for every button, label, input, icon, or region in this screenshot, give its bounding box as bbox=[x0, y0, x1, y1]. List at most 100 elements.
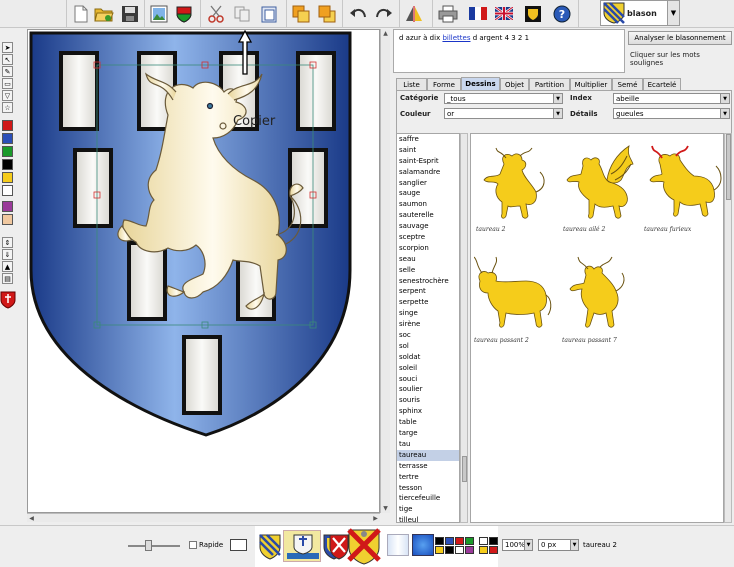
list-item[interactable]: soldat bbox=[397, 352, 459, 363]
save-icon[interactable] bbox=[117, 1, 143, 26]
bring-front-icon[interactable] bbox=[288, 1, 314, 26]
list-item[interactable]: selle bbox=[397, 265, 459, 276]
tab-multiplier[interactable]: Multiplier bbox=[570, 78, 612, 90]
list-item[interactable]: saint-Esprit bbox=[397, 156, 459, 167]
offset-select[interactable]: 0 px ▼ bbox=[538, 539, 579, 551]
blason-combo[interactable]: blason ▼ bbox=[600, 0, 680, 26]
color-sable-swatch[interactable] bbox=[2, 159, 13, 170]
list-item[interactable]: souris bbox=[397, 395, 459, 406]
gallery-item[interactable]: taureau passant 7 bbox=[562, 255, 644, 350]
list-item[interactable]: saffre bbox=[397, 134, 459, 145]
list-item[interactable]: sirène bbox=[397, 319, 459, 330]
list-item[interactable]: tesson bbox=[397, 483, 459, 494]
tab-objet[interactable]: Objet bbox=[500, 78, 529, 90]
thumb-gradient-2[interactable] bbox=[412, 534, 434, 556]
send-back-icon[interactable] bbox=[314, 1, 340, 26]
shield-icon[interactable] bbox=[171, 1, 197, 26]
swatch-argent-2[interactable] bbox=[455, 546, 464, 554]
redo-icon[interactable] bbox=[371, 1, 397, 26]
swatch-gueules-2[interactable] bbox=[489, 546, 498, 554]
list-item[interactable]: sanglier bbox=[397, 178, 459, 189]
thumb-blason-4[interactable] bbox=[329, 534, 349, 562]
tab-forme[interactable]: Forme bbox=[427, 78, 461, 90]
background-swatch[interactable] bbox=[230, 539, 247, 551]
list-item[interactable]: singe bbox=[397, 308, 459, 319]
chevron-down-icon[interactable]: ▼ bbox=[553, 109, 562, 118]
blasonnement-text[interactable]: d azur à dix billettes d argent 4 3 2 1 bbox=[393, 29, 625, 73]
color-gueules-swatch[interactable] bbox=[2, 120, 13, 131]
swatch-or-2[interactable] bbox=[479, 546, 488, 554]
chevron-down-icon[interactable]: ▼ bbox=[524, 540, 532, 550]
swatch-argent[interactable] bbox=[479, 537, 488, 545]
copy-icon[interactable] bbox=[229, 1, 255, 26]
list-item[interactable]: saumon bbox=[397, 199, 459, 210]
chevron-down-icon[interactable]: ▼ bbox=[720, 94, 729, 103]
thumb-blason-1[interactable] bbox=[259, 534, 281, 562]
export-image-icon[interactable] bbox=[146, 1, 172, 26]
speed-slider[interactable] bbox=[128, 540, 180, 551]
chevron-down-icon[interactable]: ▼ bbox=[667, 1, 679, 25]
gallery-item[interactable]: taureau passant 2 bbox=[474, 255, 556, 350]
canvas-horizontal-scrollbar[interactable]: ◀ ▶ bbox=[27, 513, 380, 522]
gallery-item[interactable]: taureau ailé 2 bbox=[563, 144, 645, 239]
chevron-down-icon[interactable]: ▼ bbox=[720, 109, 729, 118]
billettes-link[interactable]: billettes bbox=[442, 34, 470, 42]
color-argent-swatch[interactable] bbox=[2, 185, 13, 196]
open-icon[interactable] bbox=[91, 1, 117, 26]
scroll-left-icon[interactable]: ◀ bbox=[27, 514, 36, 523]
list-item[interactable]: soleil bbox=[397, 363, 459, 374]
list-item[interactable]: salamandre bbox=[397, 167, 459, 178]
list-item[interactable]: sauge bbox=[397, 188, 459, 199]
scroll-right-icon[interactable]: ▶ bbox=[371, 514, 380, 523]
chevron-down-icon[interactable]: ▼ bbox=[553, 94, 562, 103]
list-item[interactable]: sceptre bbox=[397, 232, 459, 243]
undo-icon[interactable] bbox=[345, 1, 371, 26]
scroll-thumb[interactable] bbox=[462, 456, 467, 482]
list-item[interactable]: soc bbox=[397, 330, 459, 341]
list-item[interactable]: taureau bbox=[397, 449, 459, 461]
print-icon[interactable] bbox=[435, 1, 461, 26]
color-or-swatch[interactable] bbox=[2, 172, 13, 183]
color-sinople-swatch[interactable] bbox=[2, 146, 13, 157]
list-item[interactable]: tige bbox=[397, 504, 459, 515]
color-pourpre-swatch[interactable] bbox=[2, 201, 13, 212]
brush-icon[interactable]: ✎ bbox=[2, 66, 13, 77]
swatch-sinople[interactable] bbox=[465, 537, 474, 545]
star-icon[interactable]: ☆ bbox=[2, 102, 13, 113]
canvas-vertical-scrollbar[interactable]: ▲ ▼ bbox=[380, 29, 390, 513]
list-item[interactable]: tau bbox=[397, 439, 459, 450]
stack-icon[interactable]: ⇕ bbox=[2, 237, 13, 248]
list-item[interactable]: soulier bbox=[397, 384, 459, 395]
charge-list-scrollbar[interactable] bbox=[460, 133, 468, 523]
red-shield-icon[interactable] bbox=[0, 291, 16, 309]
gallery-item[interactable]: taureau 2 bbox=[476, 144, 558, 239]
list-item[interactable]: serpent bbox=[397, 286, 459, 297]
tab-dessins[interactable]: Dessins bbox=[461, 77, 500, 90]
swatch-azur[interactable] bbox=[445, 537, 454, 545]
gallery-scrollbar[interactable] bbox=[724, 133, 732, 523]
paste-icon[interactable] bbox=[256, 1, 282, 26]
swatch-or[interactable] bbox=[435, 546, 444, 554]
details-select[interactable]: gueules ▼ bbox=[613, 108, 730, 119]
analyse-button[interactable]: Analyser le blasonnement bbox=[628, 31, 732, 45]
thumb-blason-5[interactable] bbox=[347, 528, 381, 567]
list-item[interactable]: table bbox=[397, 417, 459, 428]
index-select[interactable]: abeille ▼ bbox=[613, 93, 730, 104]
list-item[interactable]: sol bbox=[397, 341, 459, 352]
list-item[interactable]: tilleul bbox=[397, 515, 459, 522]
list-item[interactable]: terrasse bbox=[397, 461, 459, 472]
categorie-select[interactable]: _tous ▼ bbox=[444, 93, 563, 104]
cut-icon[interactable] bbox=[203, 1, 229, 26]
layer-icon[interactable]: ▤ bbox=[2, 273, 13, 284]
list-item[interactable]: scorpion bbox=[397, 243, 459, 254]
list-item[interactable]: targe bbox=[397, 428, 459, 439]
list-item[interactable]: tertre bbox=[397, 472, 459, 483]
thumb-gradient-1[interactable] bbox=[387, 534, 409, 556]
charge-list[interactable]: saffre saint saint-Esprit salamandre sanglie… bbox=[396, 133, 460, 523]
list-item[interactable]: sauvage bbox=[397, 221, 459, 232]
zoom-select[interactable]: 100% ▼ bbox=[502, 539, 533, 551]
slider-knob[interactable] bbox=[145, 540, 152, 551]
list-item[interactable]: sauterelle bbox=[397, 210, 459, 221]
badge-icon[interactable] bbox=[520, 1, 546, 26]
rectangle-icon[interactable]: ▭ bbox=[2, 78, 13, 89]
